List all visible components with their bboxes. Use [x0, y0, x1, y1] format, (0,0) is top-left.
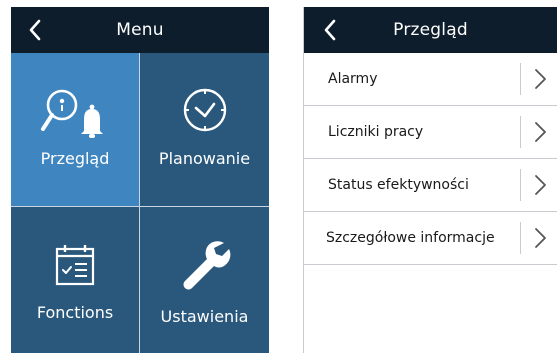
menu-screen: Menu Przegląd Planowanie Fonctions Ustaw… — [11, 7, 269, 353]
list-item-szczegolowe-informacje[interactable]: Szczegółowe informacje — [304, 212, 557, 265]
chevron-right-icon — [535, 122, 546, 142]
page-title: Menu — [116, 20, 164, 40]
overview-list: Alarmy Liczniki pracy Status efektywnośc… — [304, 53, 557, 265]
row-separator — [520, 63, 521, 95]
tile-fonctions[interactable]: Fonctions — [11, 207, 139, 353]
list-item-status-efektywnosci[interactable]: Status efektywności — [304, 159, 557, 212]
list-item-liczniki-pracy[interactable]: Liczniki pracy — [304, 106, 557, 159]
chevron-right-icon — [535, 228, 546, 248]
tile-label: Ustawienia — [160, 307, 249, 326]
menu-grid: Przegląd Planowanie Fonctions Ustawienia — [11, 53, 269, 353]
tile-label: Fonctions — [36, 303, 114, 322]
list-item-label: Szczegółowe informacje — [326, 230, 495, 246]
list-item-label: Alarmy — [328, 71, 378, 87]
overview-header: Przegląd — [304, 7, 557, 53]
menu-header: Menu — [11, 7, 269, 53]
row-separator — [520, 169, 521, 201]
tile-label: Planowanie — [158, 149, 251, 168]
chevron-right-icon — [535, 175, 546, 195]
chevron-right-icon — [535, 69, 546, 89]
clock-icon — [140, 85, 269, 135]
row-separator — [520, 222, 521, 254]
list-item-label: Status efektywności — [328, 177, 469, 193]
tile-ustawienia[interactable]: Ustawienia — [140, 207, 269, 353]
grid-divider-vertical — [139, 53, 140, 353]
search-bell-icon — [11, 87, 139, 139]
list-item-label: Liczniki pracy — [328, 124, 424, 140]
row-separator — [520, 116, 521, 148]
list-item-alarmy[interactable]: Alarmy — [304, 53, 557, 106]
tile-planowanie[interactable]: Planowanie — [140, 53, 269, 206]
tile-przeglad[interactable]: Przegląd — [11, 53, 139, 206]
grid-divider-horizontal — [11, 206, 269, 207]
page-title: Przegląd — [393, 20, 468, 40]
wrench-icon — [140, 237, 269, 293]
calendar-list-icon — [11, 243, 139, 287]
tile-label: Przegląd — [40, 149, 110, 168]
overview-screen: Przegląd Alarmy Liczniki pracy Status ef… — [303, 7, 557, 353]
